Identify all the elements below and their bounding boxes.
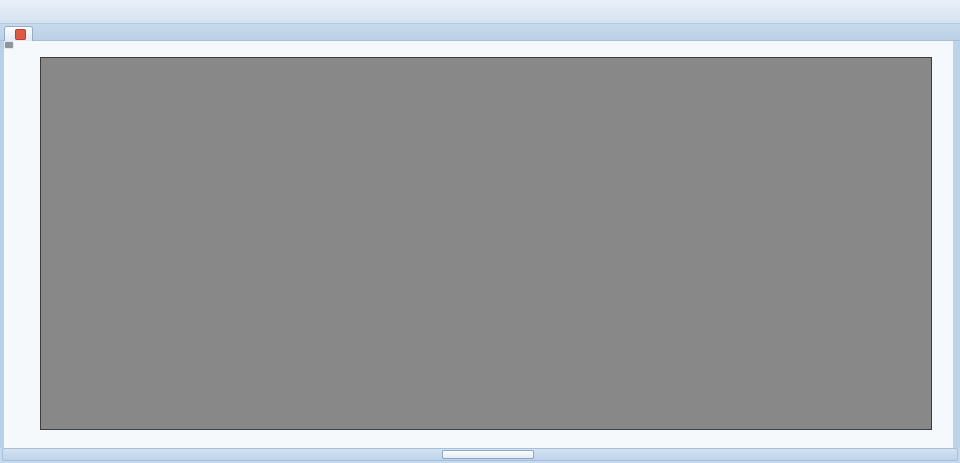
cursor-tooltip: [4, 41, 14, 49]
tab-bar: [0, 24, 960, 41]
horizontal-scrollbar[interactable]: [2, 448, 958, 461]
scrollbar-thumb[interactable]: [442, 450, 534, 459]
tab-wgpr[interactable]: [4, 26, 33, 41]
radargram-canvas[interactable]: [41, 58, 931, 429]
tab-close-icon[interactable]: [15, 29, 26, 40]
wgpr-app: [0, 0, 960, 463]
scroll-right-arrow-icon[interactable]: [942, 449, 955, 460]
scroll-left-arrow-icon[interactable]: [5, 449, 18, 460]
radargram-panel: [0, 41, 960, 448]
ribbon-toolbar: [0, 0, 960, 24]
radargram-frame: [40, 57, 932, 430]
